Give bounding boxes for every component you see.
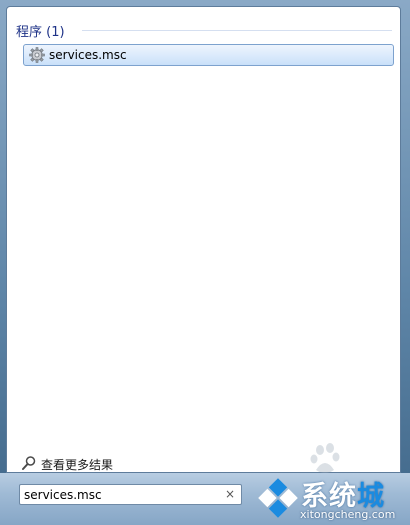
- start-search-input[interactable]: [24, 487, 214, 502]
- see-more-results-label: 查看更多结果: [41, 458, 114, 472]
- search-icon: [22, 456, 36, 470]
- gear-icon: [29, 47, 45, 63]
- result-item-services-msc[interactable]: services.msc: [23, 44, 394, 66]
- search-results-panel: 程序 (1) services.msc 查看更多结果: [6, 6, 401, 473]
- start-menu-frame: 程序 (1) services.msc 查看更多结果 services.msc …: [0, 0, 410, 525]
- shutdown-button-area[interactable]: [250, 484, 380, 506]
- start-search-box[interactable]: ×: [19, 484, 242, 505]
- result-item-label: services.msc: [49, 48, 127, 62]
- section-divider: [82, 30, 392, 31]
- section-title-programs: 程序 (1): [16, 25, 65, 40]
- clear-search-button[interactable]: ×: [223, 486, 237, 502]
